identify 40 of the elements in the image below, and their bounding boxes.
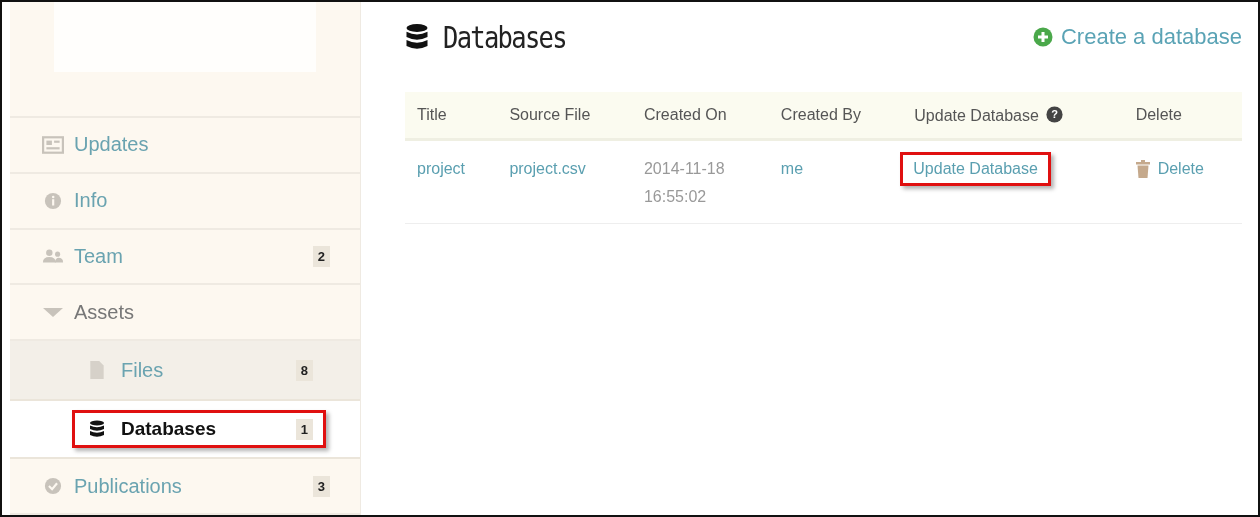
title-link[interactable]: project (417, 160, 466, 177)
check-circle-icon (42, 477, 64, 496)
sidebar-item[interactable]: Updates (10, 117, 360, 174)
database-icon (405, 23, 429, 51)
create-database-link[interactable]: Create a database (1032, 24, 1242, 50)
sidebar-label: Databases (121, 418, 217, 441)
sidebar-label: Team (74, 245, 123, 268)
file-icon (89, 360, 105, 381)
count-badge: 8 (295, 359, 313, 381)
trash-icon (1135, 160, 1150, 178)
info-icon (42, 191, 64, 210)
date-text: 2014-11-18 (643, 159, 726, 179)
count-badge: 2 (312, 246, 330, 267)
user-link[interactable]: me (780, 160, 804, 177)
delete-link[interactable]: Delete (1135, 155, 1230, 183)
date-text: 16:55:02 (643, 187, 708, 207)
sidebar-label: Publications (74, 474, 182, 498)
sidebar-label: Assets (74, 300, 135, 324)
sidebar-label: Files (121, 358, 164, 382)
database-icon (89, 419, 105, 440)
source-file-link[interactable]: project.csv (509, 160, 586, 177)
column-header: Created On (631, 92, 769, 140)
plus-circle-icon (1032, 27, 1053, 47)
sidebar-subitem[interactable]: Databases 1 (72, 410, 326, 449)
sidebar-label: Info (74, 189, 108, 213)
sidebar-item[interactable]: Team 2 (10, 229, 360, 286)
update-database-link[interactable]: Update Database (900, 152, 1051, 186)
column-header: Title (405, 92, 498, 140)
newspaper-icon (42, 135, 64, 154)
column-header: Delete (1123, 92, 1242, 140)
column-header: Update Database ? (902, 92, 1124, 140)
sidebar-label: Updates (74, 133, 149, 157)
count-badge: 3 (312, 475, 330, 497)
help-icon: ? (1045, 105, 1063, 123)
sidebar-item[interactable]: Info (10, 173, 360, 230)
page-title: Databases (443, 19, 566, 55)
sidebar-item[interactable]: Publications 3 (10, 459, 360, 515)
column-header: Source File (497, 92, 632, 140)
count-badge: 1 (295, 418, 313, 440)
column-header: Created By (768, 92, 903, 140)
